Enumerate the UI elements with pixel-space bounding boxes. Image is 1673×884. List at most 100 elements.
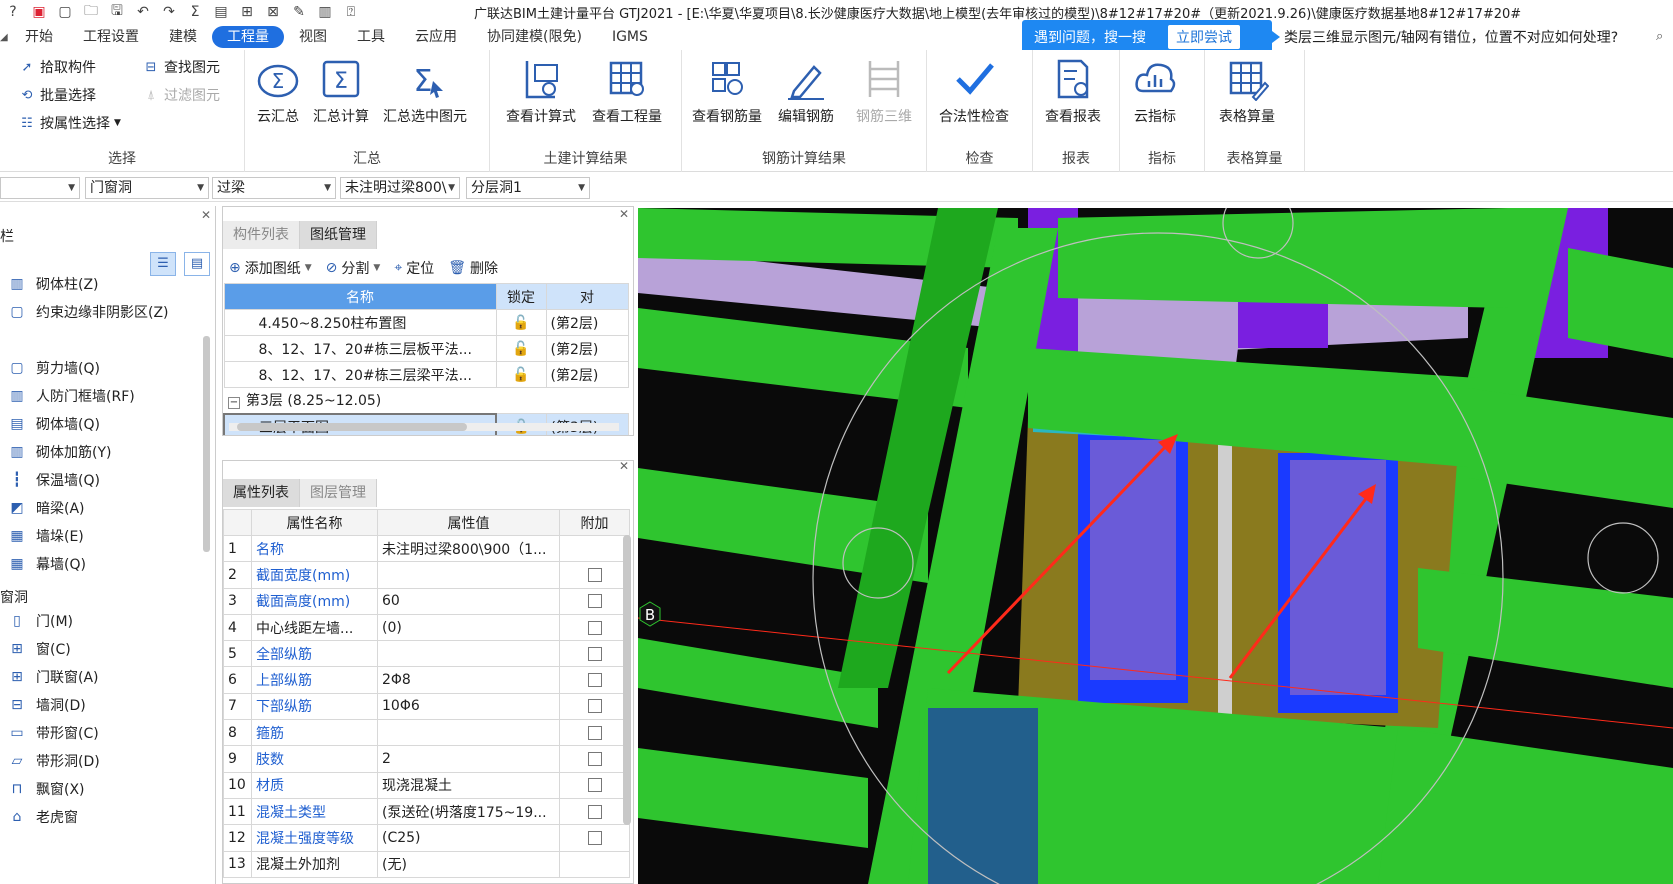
table-row[interactable]: 8、12、17、20#栋三层梁平法... 🔓 (第2层) [223,361,629,388]
lock-icon[interactable]: 🔓 [495,309,547,336]
sidebar-item[interactable]: ▦ 幕墙(Q) [8,552,86,576]
extra-checkbox[interactable] [587,673,602,688]
search-icon[interactable]: ⌕ [1656,29,1663,44]
new-icon[interactable]: ▣ [28,2,50,22]
split-button[interactable]: ⊘ 分割 ▼ [326,258,381,278]
tab-tools[interactable]: 工具 [342,26,400,48]
tab-property-list[interactable]: 属性列表 [223,479,300,507]
nav-scrollbar[interactable] [203,336,210,552]
extra-checkbox[interactable] [587,699,602,714]
property-value[interactable]: (无) [377,850,560,878]
col-prop-value-header[interactable]: 属性值 [377,509,560,536]
property-row[interactable]: 4 中心线距左墙... (0) [223,613,630,642]
vertical-scrollbar[interactable] [623,535,631,825]
sum-icon[interactable]: Σ [184,2,206,22]
layer-select[interactable]: 分层洞1 ▼ [466,177,590,199]
tab-collab[interactable]: 协同建模(限免) [472,26,597,48]
edit-icon[interactable]: ✎ [288,2,310,22]
lock-icon[interactable]: 🔓 [495,361,547,388]
extra-checkbox[interactable] [587,620,602,635]
tab-igms[interactable]: IGMS [597,26,663,48]
property-value[interactable]: 60 [377,587,560,615]
sidebar-item[interactable]: ▥ 人防门框墙(RF) [8,384,134,408]
lock-icon[interactable]: 🔓 [495,335,547,362]
view-rebar-button[interactable]: 查看钢筋量 [692,54,762,126]
find-element-button[interactable]: ⊟ 查找图元 [142,56,220,78]
tab-cloud[interactable]: 云应用 [400,26,472,48]
collapse-icon[interactable]: − [228,397,240,410]
grid-icon[interactable]: ▥ [314,2,336,22]
extra-checkbox[interactable] [587,752,602,767]
col-layer-header[interactable]: 对 [545,283,629,310]
property-value[interactable]: 10Φ6 [377,692,560,721]
3d-model-view[interactable]: B [638,208,1673,884]
tab-quantity[interactable]: 工程量 [212,26,284,48]
sidebar-item[interactable]: ▦ 墙垛(E) [8,524,83,548]
extra-checkbox[interactable] [587,830,602,845]
extra-checkbox[interactable] [587,725,602,740]
sidebar-item[interactable]: ⊞ 门联窗(A) [8,665,98,689]
extra-checkbox[interactable] [587,567,602,582]
summary-selected-button[interactable]: Σ 汇总选中图元 [383,54,467,126]
app-icon[interactable]: ? [2,2,24,22]
sidebar-item[interactable]: ▢ 剪力墙(Q) [8,356,100,380]
folder-icon[interactable]: 🗀 [80,2,102,22]
tab-project-settings[interactable]: 工程设置 [68,26,154,48]
sidebar-item[interactable]: ▤ 砌体墙(Q) [8,412,100,436]
redo-icon[interactable]: ↷ [158,2,180,22]
tab-layer-management[interactable]: 图层管理 [300,479,377,507]
table-calc-button[interactable]: 表格算量 [1219,54,1275,126]
property-row[interactable]: 11 混凝土类型 (泵送砼(坍落度175~19... [223,797,630,826]
locate-button[interactable]: ⌖ 定位 [394,258,434,278]
detail-view-icon[interactable]: ▤ [184,252,210,276]
tab-start[interactable]: 开始 [10,26,68,48]
filter-element-button[interactable]: ⍋ 过滤图元 [142,84,220,106]
tab-drawing-management[interactable]: 图纸管理 [300,221,377,249]
extra-checkbox[interactable] [587,646,602,661]
sidebar-item[interactable]: ⊞ 窗(C) [8,637,71,661]
property-value[interactable]: (C25) [377,824,560,852]
add-drawing-button[interactable]: ⊕ 添加图纸 ▼ [229,258,312,278]
sidebar-item[interactable]: ◩ 暗梁(A) [8,496,84,520]
try-now-button[interactable]: 立即尝试 [1168,24,1240,49]
summary-calc-button[interactable]: Σ 汇总计算 [313,54,369,126]
property-row[interactable]: 12 混凝土强度等级 (C25) [223,824,630,852]
property-row[interactable]: 3 截面高度(mm) 60 [223,587,630,615]
property-value[interactable]: 2 [377,745,560,773]
help-question[interactable]: 类层三维显示图元/轴网有错位，位置不对应如何处理? [1284,27,1618,47]
property-value[interactable]: 现浇混凝土 [377,771,560,799]
sidebar-item[interactable]: ▱ 带形洞(D) [8,749,100,773]
property-row[interactable]: 10 材质 现浇混凝土 [223,771,630,799]
save-icon[interactable]: 🖫 [106,2,128,22]
sidebar-item[interactable]: ▢ 约束边缘非阴影区(Z) [8,300,168,324]
property-row[interactable]: 6 上部纵筋 2Φ8 [223,666,630,694]
property-value[interactable]: (泵送砼(坍落度175~19... [377,797,560,826]
col-lock-header[interactable]: 锁定 [495,283,547,310]
property-row[interactable]: 8 箍筋 [223,719,630,747]
sidebar-item[interactable]: ▭ 带形窗(C) [8,721,98,745]
sidebar-item[interactable]: ⊟ 墙洞(D) [8,693,86,717]
property-value[interactable]: (0) [377,613,560,642]
pick-component-button[interactable]: ➚ 拾取构件 [18,56,96,78]
property-value[interactable] [377,640,560,668]
property-row[interactable]: 2 截面宽度(mm) [223,561,630,589]
group-row[interactable]: − 第3层 (8.25~12.05) [224,387,628,414]
table-row[interactable]: 4.450~8.250柱布置图 🔓 (第2层) [223,309,629,336]
col-extra-header[interactable]: 附加 [559,509,630,536]
close-icon[interactable]: ✕ [619,207,629,221]
table-search-icon[interactable]: ⊠ [262,2,284,22]
rebar-3d-button[interactable]: 钢筋三维 [856,54,912,126]
table-row[interactable]: 8、12、17、20#栋三层板平法... 🔓 (第2层) [223,335,629,362]
extra-checkbox[interactable] [587,804,602,819]
tab-view[interactable]: 视图 [284,26,342,48]
col-prop-name-header[interactable]: 属性名称 [251,509,378,536]
batch-select-button[interactable]: ⟲ 批量选择 [18,84,96,106]
report-icon[interactable]: ▤ [210,2,232,22]
property-value[interactable] [377,561,560,589]
extra-checkbox[interactable] [587,594,602,609]
select-by-attribute-button[interactable]: ☷ 按属性选择 ▼ [18,112,121,134]
col-name-header[interactable]: 名称 [223,283,497,310]
sidebar-item[interactable]: ┇ 保温墙(Q) [8,468,100,492]
cloud-index-button[interactable]: 云指标 [1132,54,1178,126]
cloud-summary-button[interactable]: Σ 云汇总 [255,54,301,126]
